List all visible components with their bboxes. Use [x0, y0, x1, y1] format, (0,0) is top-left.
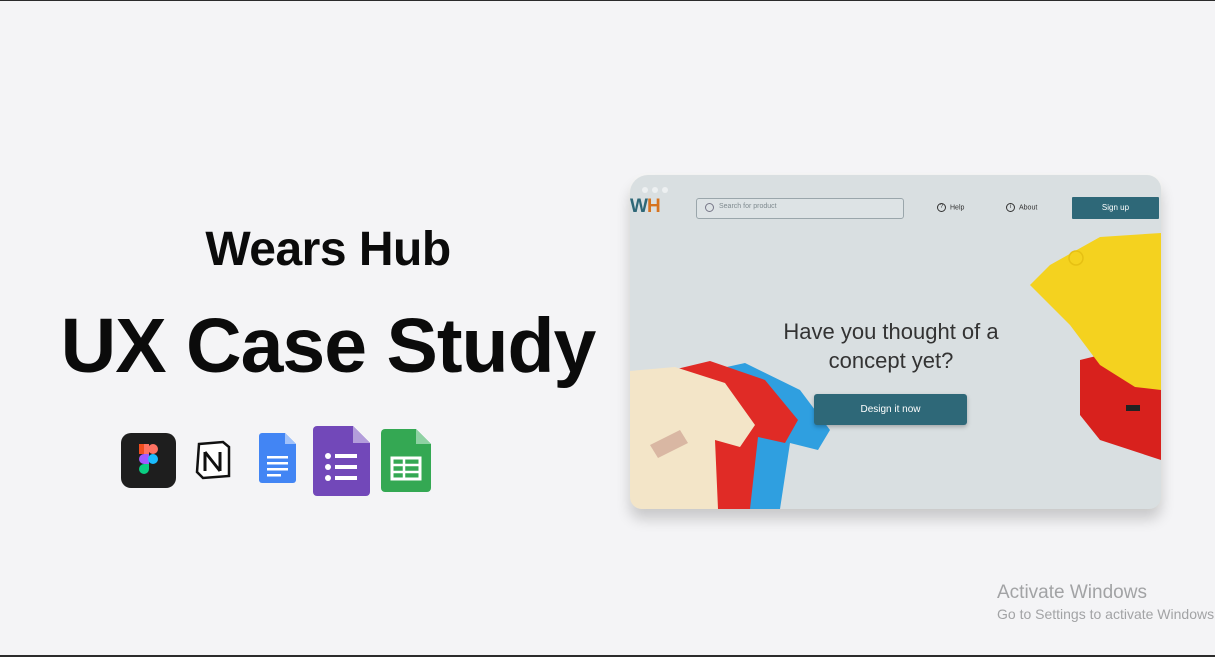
- activate-windows-watermark: Activate Windows Go to Settings to activ…: [997, 582, 1215, 622]
- hero-heading: Have you thought of a concept yet?: [783, 319, 999, 373]
- search-input[interactable]: Search for product: [696, 198, 904, 219]
- notion-icon: [193, 440, 233, 480]
- google-sheets-icon: [381, 429, 431, 492]
- google-forms-icon: [313, 426, 370, 496]
- top-border: [0, 0, 1215, 1]
- window-dots: [642, 187, 668, 193]
- design-it-now-button[interactable]: Design it now: [814, 394, 967, 425]
- info-icon: i: [1006, 203, 1015, 212]
- brand-title: Wears Hub: [205, 223, 451, 276]
- nav-about-link[interactable]: i About: [1006, 203, 1037, 212]
- nav-help-link[interactable]: ? Help: [937, 203, 964, 212]
- website-mockup: WH Search for product ? Help i About Sign …: [630, 175, 1161, 509]
- signup-button[interactable]: Sign up: [1072, 197, 1159, 219]
- search-placeholder: Search for product: [719, 203, 777, 210]
- help-icon: ?: [937, 203, 946, 212]
- main-title: UX Case Study: [60, 303, 597, 389]
- figma-icon: [121, 433, 176, 488]
- wearshub-logo[interactable]: WH: [630, 196, 661, 218]
- search-icon: [705, 203, 714, 212]
- google-docs-icon: [259, 433, 296, 483]
